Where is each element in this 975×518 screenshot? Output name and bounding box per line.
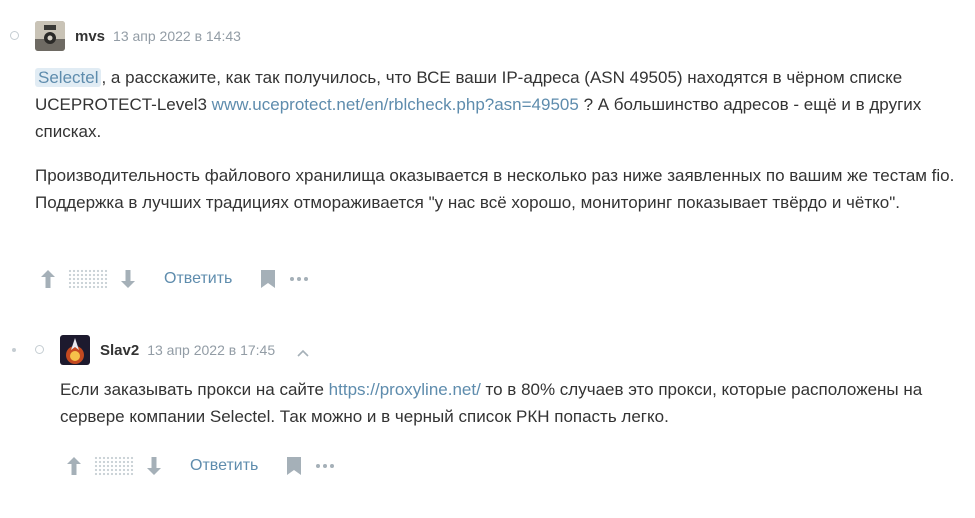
comment-text: Если заказывать прокси на сайте (60, 380, 329, 399)
reply-button[interactable]: Ответить (190, 457, 258, 475)
arrow-up-icon[interactable] (66, 456, 82, 476)
more-dots-icon[interactable] (290, 277, 309, 281)
thread-marker (10, 31, 19, 40)
comment-body: Selectel, а расскажите, как так получило… (35, 64, 960, 233)
username[interactable]: Slav2 (100, 342, 139, 359)
comment-paragraph: Selectel, а расскажите, как так получило… (35, 64, 960, 145)
vote-score-hidden (68, 269, 108, 289)
comment-body: Если заказывать прокси на сайте https://… (60, 376, 940, 447)
more-dots-icon[interactable] (316, 464, 335, 468)
avatar[interactable] (35, 21, 65, 51)
avatar-image (35, 21, 65, 51)
avatar[interactable] (60, 335, 90, 365)
thread-marker (35, 345, 44, 354)
comment-link[interactable]: www.uceprotect.net/en/rblcheck.php?asn=4… (212, 95, 579, 114)
username[interactable]: mvs (75, 28, 105, 45)
bookmark-icon[interactable] (260, 269, 276, 289)
comment-header: Slav2 13 апр 2022 в 17:45 (60, 334, 309, 366)
comment-paragraph: Производительность файлового хранилища о… (35, 166, 955, 212)
comment-actions: Ответить (40, 264, 309, 294)
arrow-down-icon[interactable] (120, 269, 136, 289)
thread-level-marker (12, 348, 16, 352)
avatar-image (60, 335, 90, 365)
comment-header: mvs 13 апр 2022 в 14:43 (35, 20, 241, 52)
arrow-down-icon[interactable] (146, 456, 162, 476)
chevron-up-icon[interactable] (297, 345, 309, 357)
user-mention[interactable]: Selectel (35, 68, 102, 87)
comment-actions: Ответить (66, 451, 335, 481)
comment-date[interactable]: 13 апр 2022 в 17:45 (147, 342, 275, 358)
reply-button[interactable]: Ответить (164, 270, 232, 288)
bookmark-icon[interactable] (286, 456, 302, 476)
comment-link[interactable]: https://proxyline.net/ (329, 380, 481, 399)
arrow-up-icon[interactable] (40, 269, 56, 289)
comment-paragraph: Если заказывать прокси на сайте https://… (60, 376, 940, 430)
vote-score-hidden (94, 456, 134, 476)
comment-date[interactable]: 13 апр 2022 в 14:43 (113, 28, 241, 44)
